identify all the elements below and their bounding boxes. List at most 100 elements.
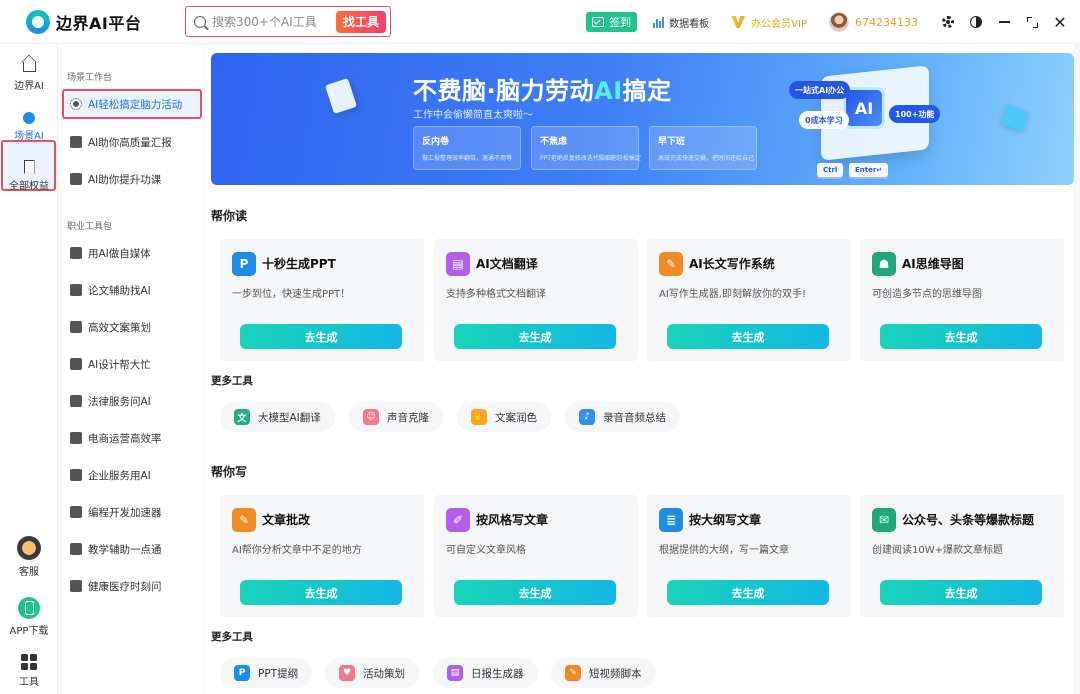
user-id[interactable]: 674234133 [855, 16, 918, 29]
rail-item-home[interactable]: 边界AI [0, 56, 58, 92]
rail-item-customer-service[interactable]: 客服 [0, 536, 58, 578]
tool-chip[interactable]: ▤ 日报生成器 [433, 658, 538, 688]
tool-card-viral-title[interactable]: ✉ 公众号、头条等爆款标题 创建阅读10W+爆款文章标题 去生成 [860, 495, 1064, 617]
theme-toggle-icon [970, 16, 982, 28]
generate-button[interactable]: 去生成 [880, 324, 1042, 349]
style-write-icon: ✐ [446, 508, 470, 532]
tool-chip[interactable]: 文 大模型AI翻译 [220, 402, 335, 432]
scrollbar[interactable] [1074, 44, 1080, 694]
maximize-button[interactable] [1018, 0, 1046, 44]
rail-item-tools[interactable]: 工具 [0, 654, 58, 688]
promo-banner[interactable]: 不费脑·脑力劳动AI搞定 工作中会偷懒简直太爽啦～ 反内卷 做汇报整理效率翻倍，… [211, 53, 1074, 185]
menu-item-ecommerce[interactable]: 电商运营高效率 [70, 427, 200, 449]
menu-item-teaching[interactable]: 教学辅助一点通 [70, 538, 200, 560]
banner-feature-card: 反内卷 做汇报整理效率翻倍，速通不用等 [413, 126, 521, 170]
tool-chip[interactable]: ☺ 声音克隆 [349, 402, 443, 432]
building-icon [70, 469, 82, 481]
close-button[interactable]: ✕ [1046, 0, 1074, 44]
menu-group-title: 职业工具包 [67, 222, 113, 232]
generate-button[interactable]: 去生成 [454, 580, 616, 605]
tool-chip[interactable]: ✋ 文案润色 [457, 402, 551, 432]
bookmark-icon [23, 160, 35, 174]
tool-chip[interactable]: ♪ 录音音频总结 [565, 402, 680, 432]
tool-card-ppt[interactable]: P 十秒生成PPT 一步到位，快速生成PPT！ 去生成 [220, 239, 424, 361]
avatar[interactable] [829, 12, 849, 32]
tool-card-article-review[interactable]: ✎ 文章批改 AI帮你分析文章中不足的地方 去生成 [220, 495, 424, 617]
theme-button[interactable] [962, 0, 990, 44]
menu-item-design[interactable]: AI设计帮大忙 [70, 353, 200, 375]
menu-item-label: 健康医疗时刻问 [88, 580, 162, 593]
vip-label: 办公会员VIP [751, 18, 807, 30]
main-content: 不费脑·脑力劳动AI搞定 工作中会偷懒简直太爽啦～ 反内卷 做汇报整理效率翻倍，… [205, 44, 1080, 694]
settings-button[interactable] [934, 0, 962, 44]
menu-item-brain-work[interactable]: AI轻松搞定脑力活动 [62, 89, 202, 119]
minimize-button[interactable] [990, 0, 1018, 44]
menu-item-enterprise[interactable]: 企业服务用AI [70, 464, 200, 486]
search-input[interactable] [212, 14, 336, 29]
pen-icon: ✎ [659, 252, 683, 276]
menu-item-legal[interactable]: 法律服务问AI [70, 390, 200, 412]
shop-icon [70, 432, 82, 444]
menu-item-copywriting[interactable]: 高效文案策划 [70, 316, 200, 338]
generate-button[interactable]: 去生成 [667, 324, 829, 349]
ppt-icon: P [232, 252, 256, 276]
card-desc: 根据提供的大纲，写一篇文章 [659, 545, 789, 556]
tool-card-style-write[interactable]: ✐ 按风格写文章 可自定义文章风格 去生成 [434, 495, 638, 617]
rail-item-label: 全部权益 [9, 181, 49, 192]
dashboard-button[interactable]: 数据看板 [653, 15, 709, 30]
rail-item-label: 工具 [19, 677, 39, 688]
app-logo[interactable]: 边界AI平台 [26, 9, 176, 34]
app-title: 边界AI平台 [56, 13, 142, 33]
rail-item-app-download[interactable]: APP下载 [0, 597, 58, 637]
medical-kit-icon [70, 580, 82, 592]
tools-grid-icon [21, 654, 37, 670]
chip-label: 声音克隆 [387, 411, 429, 424]
rail-item-scene-ai[interactable]: 场景AI [0, 108, 58, 142]
generate-button[interactable]: 去生成 [667, 580, 829, 605]
tool-card-doc-translate[interactable]: ▤ AI文档翻译 支持多种格式文档翻译 去生成 [434, 239, 638, 361]
menu-item-paper[interactable]: 论文辅助找AI [70, 279, 200, 301]
enter-key-icon: Enter↵ [849, 163, 889, 177]
more-tools-title: 更多工具 [211, 375, 253, 387]
dashboard-label: 数据看板 [669, 18, 710, 30]
signin-label: 签到 [609, 16, 632, 29]
title-bar: 边界AI平台 找工具 签到 数据看板 办公会员VIP 674234133 ✕ [0, 0, 1080, 44]
video-icon [70, 247, 82, 259]
menu-item-self-media[interactable]: 用AI做自媒体 [70, 242, 200, 264]
menu-item-health[interactable]: 健康医疗时刻问 [70, 575, 200, 597]
search-button[interactable]: 找工具 [336, 10, 386, 33]
generate-button[interactable]: 去生成 [240, 324, 402, 349]
menu-item-report[interactable]: AI助你高质量汇报 [70, 131, 200, 153]
generate-button[interactable]: 去生成 [880, 580, 1042, 605]
banner-subtitle: 工作中会偷懒简直太爽啦～ [413, 110, 533, 121]
rail-item-label: APP下载 [9, 626, 49, 637]
vip-button[interactable]: 办公会员VIP [731, 15, 807, 30]
ppt-outline-icon: P [234, 665, 250, 681]
menu-item-coding[interactable]: 编程开发加速器 [70, 501, 200, 523]
menu-item-study[interactable]: AI助你提升功课 [70, 168, 200, 190]
menu-item-label: AI助你提升功课 [88, 173, 162, 186]
generate-button[interactable]: 去生成 [240, 580, 402, 605]
close-icon: ✕ [1053, 12, 1067, 32]
tool-chip[interactable]: P PPT提纲 [220, 658, 313, 688]
section-title: 帮你写 [211, 465, 248, 479]
daily-report-icon: ▤ [447, 665, 463, 681]
card-title: 按大纲写文章 [689, 513, 762, 527]
left-rail: 边界AI 场景AI 全部权益 客服 APP下载 工具 [0, 44, 58, 694]
search-box: 找工具 [185, 6, 391, 37]
tool-card-outline-write[interactable]: ≣ 按大纲写文章 根据提供的大纲，写一篇文章 去生成 [647, 495, 851, 617]
tool-card-long-writing[interactable]: ✎ AI长文写作系统 AI写作生成器,即刻解放你的双手! 去生成 [647, 239, 851, 361]
tool-chip[interactable]: ♥ 活动策划 [325, 658, 419, 688]
signin-button[interactable]: 签到 [586, 12, 638, 32]
generate-button[interactable]: 去生成 [454, 324, 616, 349]
banner-card-desc: 高效完成快速交稿，把时间还给自己 [658, 155, 755, 162]
checkbox-icon [592, 17, 605, 27]
rail-item-benefits[interactable]: 全部权益 [0, 160, 58, 192]
video-script-icon: ✎ [565, 665, 581, 681]
wechat-icon: ✉ [872, 508, 896, 532]
tool-chip[interactable]: ✎ 短视频脚本 [551, 658, 656, 688]
menu-item-label: AI轻松搞定脑力活动 [88, 98, 183, 111]
card-title: AI长文写作系统 [689, 257, 775, 271]
tool-card-mindmap[interactable]: ☗ AI思维导图 可创造多节点的思维导图 去生成 [860, 239, 1064, 361]
chip-label: 日报生成器 [471, 667, 524, 680]
